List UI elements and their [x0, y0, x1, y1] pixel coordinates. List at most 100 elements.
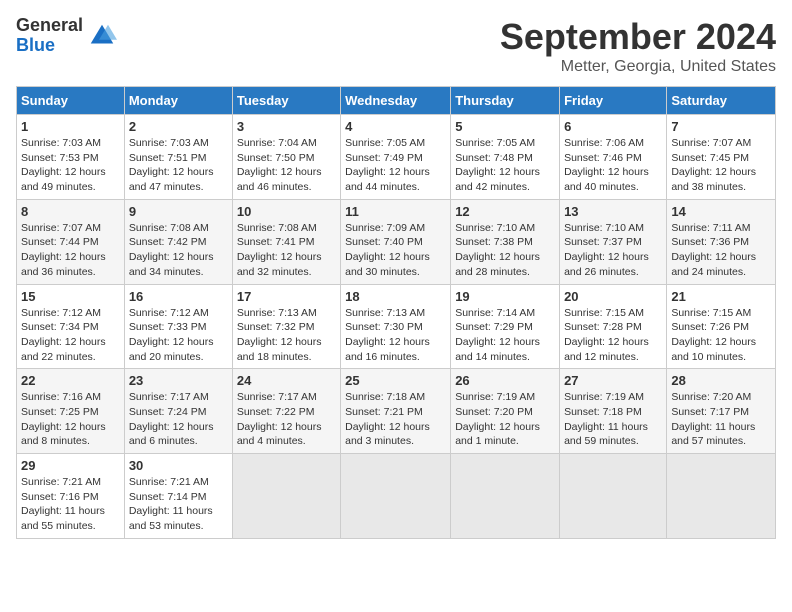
calendar-day-cell: 10 Sunrise: 7:08 AM Sunset: 7:41 PM Dayl…: [232, 199, 340, 284]
calendar-day-cell: 13 Sunrise: 7:10 AM Sunset: 7:37 PM Dayl…: [560, 199, 667, 284]
day-info: Sunrise: 7:14 AM Sunset: 7:29 PM Dayligh…: [455, 306, 555, 365]
day-info: Sunrise: 7:21 AM Sunset: 7:14 PM Dayligh…: [129, 475, 228, 534]
weekday-header: Tuesday: [232, 87, 340, 115]
day-info: Sunrise: 7:18 AM Sunset: 7:21 PM Dayligh…: [345, 390, 446, 449]
day-number: 24: [237, 373, 336, 388]
day-number: 22: [21, 373, 120, 388]
calendar-day-cell: 3 Sunrise: 7:04 AM Sunset: 7:50 PM Dayli…: [232, 115, 340, 200]
calendar-day-cell: [341, 454, 451, 539]
day-number: 9: [129, 204, 228, 219]
calendar-day-cell: 26 Sunrise: 7:19 AM Sunset: 7:20 PM Dayl…: [451, 369, 560, 454]
day-number: 23: [129, 373, 228, 388]
calendar-week-row: 1 Sunrise: 7:03 AM Sunset: 7:53 PM Dayli…: [17, 115, 776, 200]
calendar-day-cell: 6 Sunrise: 7:06 AM Sunset: 7:46 PM Dayli…: [560, 115, 667, 200]
day-info: Sunrise: 7:08 AM Sunset: 7:42 PM Dayligh…: [129, 221, 228, 280]
day-info: Sunrise: 7:10 AM Sunset: 7:38 PM Dayligh…: [455, 221, 555, 280]
day-number: 12: [455, 204, 555, 219]
calendar-week-row: 15 Sunrise: 7:12 AM Sunset: 7:34 PM Dayl…: [17, 284, 776, 369]
page-header: General Blue September 2024 Metter, Geor…: [16, 16, 776, 76]
weekday-header: Saturday: [667, 87, 776, 115]
day-number: 26: [455, 373, 555, 388]
day-number: 14: [671, 204, 771, 219]
day-number: 2: [129, 119, 228, 134]
calendar-day-cell: 12 Sunrise: 7:10 AM Sunset: 7:38 PM Dayl…: [451, 199, 560, 284]
day-info: Sunrise: 7:03 AM Sunset: 7:51 PM Dayligh…: [129, 136, 228, 195]
day-info: Sunrise: 7:15 AM Sunset: 7:28 PM Dayligh…: [564, 306, 662, 365]
day-info: Sunrise: 7:17 AM Sunset: 7:24 PM Dayligh…: [129, 390, 228, 449]
month-title: September 2024: [500, 16, 776, 58]
day-info: Sunrise: 7:10 AM Sunset: 7:37 PM Dayligh…: [564, 221, 662, 280]
calendar-day-cell: 19 Sunrise: 7:14 AM Sunset: 7:29 PM Dayl…: [451, 284, 560, 369]
calendar-day-cell: 15 Sunrise: 7:12 AM Sunset: 7:34 PM Dayl…: [17, 284, 125, 369]
day-info: Sunrise: 7:12 AM Sunset: 7:34 PM Dayligh…: [21, 306, 120, 365]
calendar-day-cell: 9 Sunrise: 7:08 AM Sunset: 7:42 PM Dayli…: [124, 199, 232, 284]
calendar-day-cell: 21 Sunrise: 7:15 AM Sunset: 7:26 PM Dayl…: [667, 284, 776, 369]
day-info: Sunrise: 7:17 AM Sunset: 7:22 PM Dayligh…: [237, 390, 336, 449]
day-number: 25: [345, 373, 446, 388]
calendar-day-cell: 27 Sunrise: 7:19 AM Sunset: 7:18 PM Dayl…: [560, 369, 667, 454]
day-info: Sunrise: 7:05 AM Sunset: 7:48 PM Dayligh…: [455, 136, 555, 195]
day-number: 21: [671, 289, 771, 304]
day-number: 4: [345, 119, 446, 134]
day-info: Sunrise: 7:08 AM Sunset: 7:41 PM Dayligh…: [237, 221, 336, 280]
calendar-day-cell: 18 Sunrise: 7:13 AM Sunset: 7:30 PM Dayl…: [341, 284, 451, 369]
calendar-day-cell: 1 Sunrise: 7:03 AM Sunset: 7:53 PM Dayli…: [17, 115, 125, 200]
day-number: 18: [345, 289, 446, 304]
weekday-header: Sunday: [17, 87, 125, 115]
day-number: 27: [564, 373, 662, 388]
calendar-day-cell: [667, 454, 776, 539]
calendar-day-cell: [232, 454, 340, 539]
title-area: September 2024 Metter, Georgia, United S…: [500, 16, 776, 76]
day-info: Sunrise: 7:05 AM Sunset: 7:49 PM Dayligh…: [345, 136, 446, 195]
day-info: Sunrise: 7:07 AM Sunset: 7:44 PM Dayligh…: [21, 221, 120, 280]
day-info: Sunrise: 7:09 AM Sunset: 7:40 PM Dayligh…: [345, 221, 446, 280]
day-info: Sunrise: 7:16 AM Sunset: 7:25 PM Dayligh…: [21, 390, 120, 449]
day-number: 15: [21, 289, 120, 304]
day-info: Sunrise: 7:19 AM Sunset: 7:20 PM Dayligh…: [455, 390, 555, 449]
calendar-day-cell: 2 Sunrise: 7:03 AM Sunset: 7:51 PM Dayli…: [124, 115, 232, 200]
day-number: 29: [21, 458, 120, 473]
day-number: 6: [564, 119, 662, 134]
day-info: Sunrise: 7:13 AM Sunset: 7:32 PM Dayligh…: [237, 306, 336, 365]
calendar-day-cell: [451, 454, 560, 539]
calendar-day-cell: 8 Sunrise: 7:07 AM Sunset: 7:44 PM Dayli…: [17, 199, 125, 284]
day-info: Sunrise: 7:15 AM Sunset: 7:26 PM Dayligh…: [671, 306, 771, 365]
location-title: Metter, Georgia, United States: [500, 58, 776, 76]
weekday-header: Wednesday: [341, 87, 451, 115]
day-number: 7: [671, 119, 771, 134]
calendar-day-cell: 20 Sunrise: 7:15 AM Sunset: 7:28 PM Dayl…: [560, 284, 667, 369]
day-number: 3: [237, 119, 336, 134]
day-number: 20: [564, 289, 662, 304]
weekday-header: Thursday: [451, 87, 560, 115]
calendar-day-cell: [560, 454, 667, 539]
calendar-day-cell: 28 Sunrise: 7:20 AM Sunset: 7:17 PM Dayl…: [667, 369, 776, 454]
day-info: Sunrise: 7:20 AM Sunset: 7:17 PM Dayligh…: [671, 390, 771, 449]
calendar-day-cell: 22 Sunrise: 7:16 AM Sunset: 7:25 PM Dayl…: [17, 369, 125, 454]
calendar-day-cell: 25 Sunrise: 7:18 AM Sunset: 7:21 PM Dayl…: [341, 369, 451, 454]
day-info: Sunrise: 7:07 AM Sunset: 7:45 PM Dayligh…: [671, 136, 771, 195]
day-number: 5: [455, 119, 555, 134]
day-info: Sunrise: 7:12 AM Sunset: 7:33 PM Dayligh…: [129, 306, 228, 365]
day-info: Sunrise: 7:03 AM Sunset: 7:53 PM Dayligh…: [21, 136, 120, 195]
day-info: Sunrise: 7:19 AM Sunset: 7:18 PM Dayligh…: [564, 390, 662, 449]
day-number: 16: [129, 289, 228, 304]
calendar-day-cell: 16 Sunrise: 7:12 AM Sunset: 7:33 PM Dayl…: [124, 284, 232, 369]
day-number: 30: [129, 458, 228, 473]
calendar-day-cell: 30 Sunrise: 7:21 AM Sunset: 7:14 PM Dayl…: [124, 454, 232, 539]
day-number: 1: [21, 119, 120, 134]
calendar-day-cell: 14 Sunrise: 7:11 AM Sunset: 7:36 PM Dayl…: [667, 199, 776, 284]
calendar-week-row: 8 Sunrise: 7:07 AM Sunset: 7:44 PM Dayli…: [17, 199, 776, 284]
day-number: 11: [345, 204, 446, 219]
calendar-day-cell: 11 Sunrise: 7:09 AM Sunset: 7:40 PM Dayl…: [341, 199, 451, 284]
day-info: Sunrise: 7:06 AM Sunset: 7:46 PM Dayligh…: [564, 136, 662, 195]
calendar-day-cell: 5 Sunrise: 7:05 AM Sunset: 7:48 PM Dayli…: [451, 115, 560, 200]
calendar-day-cell: 4 Sunrise: 7:05 AM Sunset: 7:49 PM Dayli…: [341, 115, 451, 200]
calendar-day-cell: 24 Sunrise: 7:17 AM Sunset: 7:22 PM Dayl…: [232, 369, 340, 454]
day-info: Sunrise: 7:11 AM Sunset: 7:36 PM Dayligh…: [671, 221, 771, 280]
day-number: 8: [21, 204, 120, 219]
day-info: Sunrise: 7:21 AM Sunset: 7:16 PM Dayligh…: [21, 475, 120, 534]
calendar-week-row: 29 Sunrise: 7:21 AM Sunset: 7:16 PM Dayl…: [17, 454, 776, 539]
weekday-header: Monday: [124, 87, 232, 115]
day-number: 17: [237, 289, 336, 304]
day-info: Sunrise: 7:13 AM Sunset: 7:30 PM Dayligh…: [345, 306, 446, 365]
